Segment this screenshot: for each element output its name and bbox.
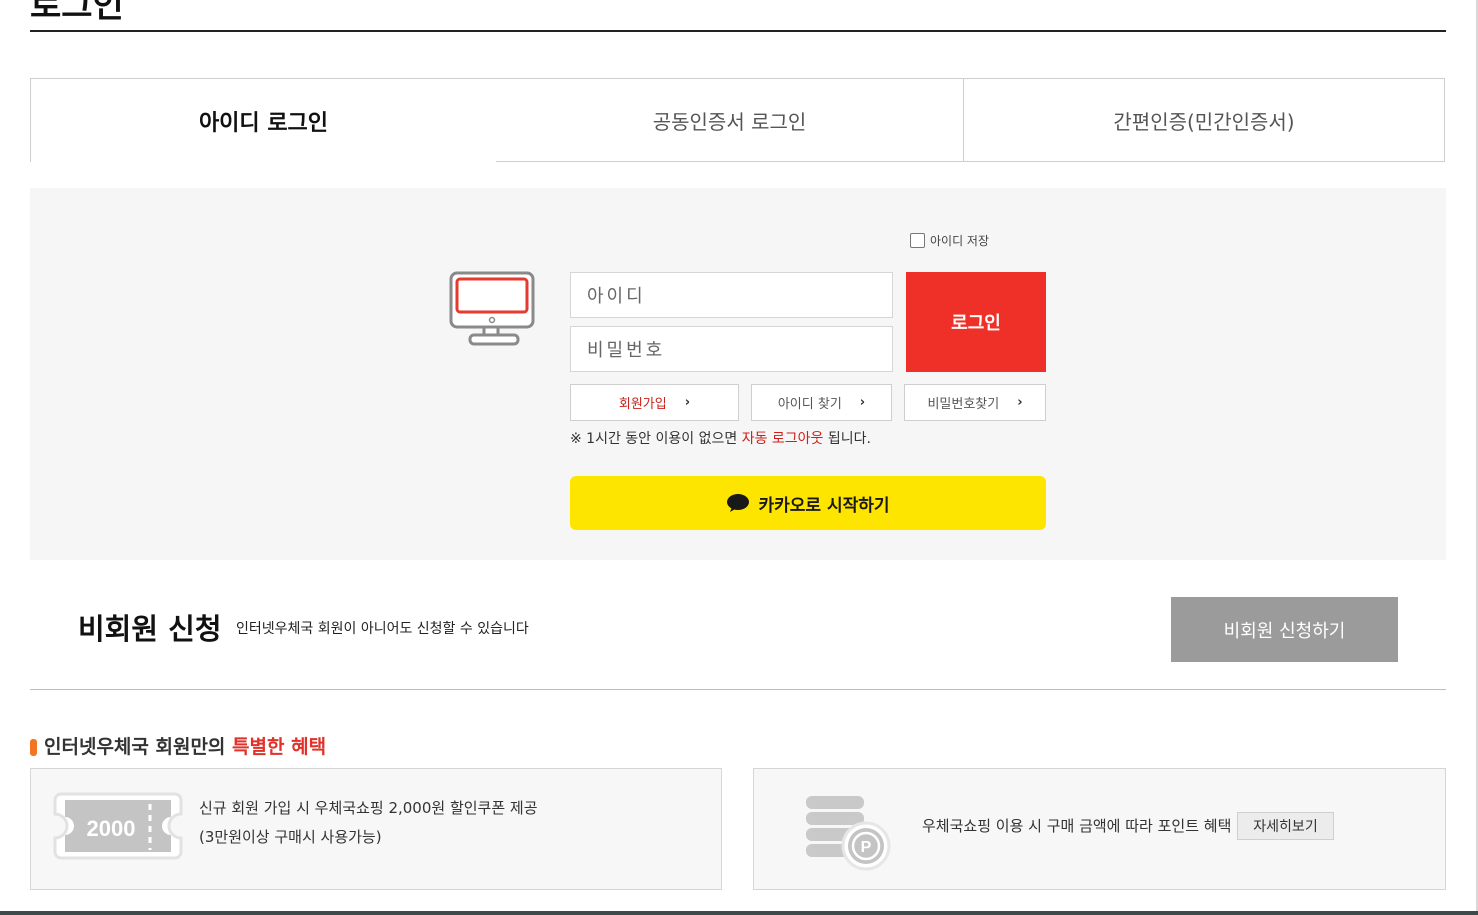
save-id-checkbox[interactable]: 아이디 저장 xyxy=(910,232,989,249)
speech-bubble-icon xyxy=(727,494,750,512)
find-id-label: 아이디 찾기 xyxy=(777,397,842,412)
guest-section-title: 비회원 신청 xyxy=(78,612,222,646)
tab-simple-auth[interactable]: 간편인증(민간인증서) xyxy=(963,78,1445,162)
notice-highlight: 자동 로그아웃 xyxy=(741,431,824,447)
find-id-button[interactable]: 아이디 찾기 › xyxy=(751,384,892,421)
coupon-icon: 2000 xyxy=(53,792,183,864)
login-button[interactable]: 로그인 xyxy=(906,272,1046,372)
view-details-button[interactable]: 자세히보기 xyxy=(1237,812,1334,840)
benefits-title: 인터넷우체국 회원만의 특별한 혜택 xyxy=(44,732,326,759)
signup-label: 회원가입 xyxy=(618,397,667,412)
monitor-icon xyxy=(448,270,538,354)
kakao-login-button[interactable]: 카카오로 시작하기 xyxy=(570,476,1046,530)
notice-text: ※ 1시간 동안 이용이 없으면 xyxy=(570,431,742,447)
password-input[interactable]: 비밀번호 xyxy=(570,326,893,372)
points-icon: P xyxy=(800,792,895,876)
auto-logout-notice: ※ 1시간 동안 이용이 없으면 자동 로그아웃 됩니다. xyxy=(570,428,871,448)
save-id-label: 아이디 저장 xyxy=(930,234,990,248)
section-divider xyxy=(30,689,1446,690)
tab-id-login[interactable]: 아이디 로그인 xyxy=(30,78,497,162)
guest-apply-button[interactable]: 비회원 신청하기 xyxy=(1171,597,1398,662)
coupon-condition: (3만원이상 구매시 사용가능) xyxy=(199,828,382,846)
benefits-title-text: 인터넷우체국 회원만의 xyxy=(44,736,233,758)
checkbox-box[interactable] xyxy=(910,233,925,248)
bottom-border xyxy=(0,911,1478,915)
chevron-right-icon: › xyxy=(684,395,691,410)
benefits-title-highlight: 특별한 혜택 xyxy=(232,736,327,758)
find-password-button[interactable]: 비밀번호찾기 › xyxy=(904,384,1046,421)
point-badge-letter: P xyxy=(861,839,872,856)
id-input[interactable]: 아이디 xyxy=(570,272,893,318)
page-title: 로그인 xyxy=(30,0,124,26)
guest-section-description: 인터넷우체국 회원이 아니어도 신청할 수 있습니다 xyxy=(236,621,529,637)
kakao-login-label: 카카오로 시작하기 xyxy=(758,495,890,516)
point-description: 우체국쇼핑 이용 시 구매 금액에 따라 포인트 혜택 xyxy=(922,817,1232,835)
chevron-right-icon: › xyxy=(1017,395,1023,410)
signup-button[interactable]: 회원가입 › xyxy=(570,384,739,421)
notice-text-end: 됩니다. xyxy=(823,431,871,447)
find-password-label: 비밀번호찾기 xyxy=(927,397,1000,412)
coupon-amount: 2000 xyxy=(87,816,136,841)
coupon-description: 신규 회원 가입 시 우체국쇼핑 2,000원 할인쿠폰 제공 xyxy=(199,799,538,817)
tab-certificate-login[interactable]: 공동인증서 로그인 xyxy=(496,78,964,162)
chevron-right-icon: › xyxy=(859,395,866,410)
bullet-icon xyxy=(30,739,37,756)
title-divider xyxy=(30,30,1446,32)
